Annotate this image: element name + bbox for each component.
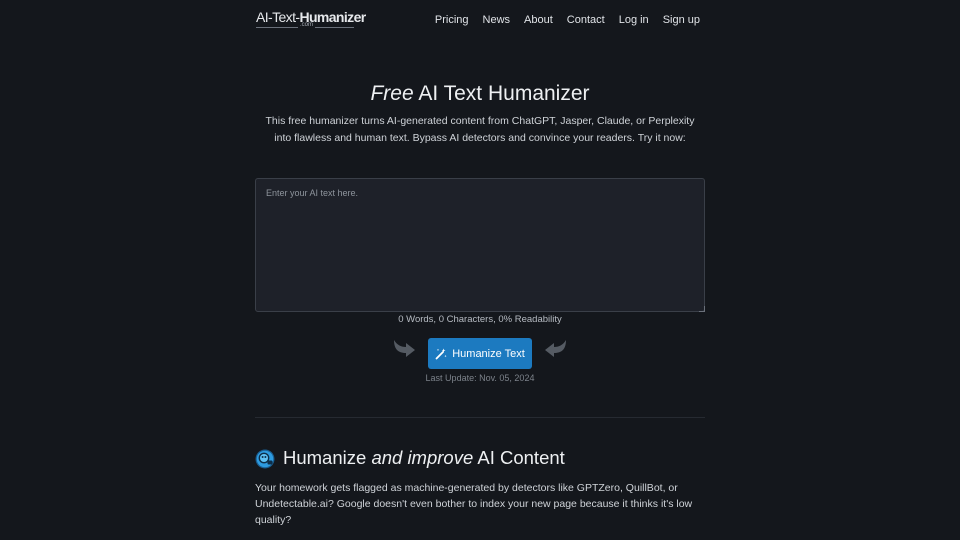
section-title: Humanize and improve AI Content (283, 447, 565, 469)
section-title-a: Humanize (283, 447, 372, 468)
robot-head-icon (255, 449, 275, 469)
nav-news[interactable]: News (483, 14, 511, 26)
title-rest: AI Text Humanizer (413, 82, 590, 105)
curved-arrow-left-icon (545, 340, 566, 357)
resize-handle[interactable] (699, 306, 705, 312)
section-body: Your homework gets flagged as machine-ge… (255, 482, 693, 526)
last-update: Last Update: Nov. 05, 2024 (425, 373, 535, 383)
logo-sub: .com (298, 22, 316, 28)
magic-wand-icon (435, 348, 447, 359)
nav-contact[interactable]: Contact (567, 14, 605, 26)
logo-part1: AI-Text- (256, 9, 300, 25)
nav-sign-up[interactable]: Sign up (663, 14, 700, 26)
humanize-button-label: Humanize Text (452, 347, 525, 360)
section-divider (255, 417, 705, 418)
title-emphasis: Free (370, 82, 414, 105)
curved-arrow-right-icon (394, 340, 415, 357)
ai-text-input[interactable] (255, 178, 705, 312)
nav-log-in[interactable]: Log in (619, 14, 649, 26)
main-nav: Pricing News About Contact Log in Sign u… (435, 14, 700, 26)
humanize-button[interactable]: Humanize Text (428, 338, 532, 369)
logo[interactable]: AI-Text-Humanizer .com (256, 9, 366, 31)
nav-pricing[interactable]: Pricing (435, 14, 469, 26)
hero-description: This free humanizer turns AI-generated c… (265, 115, 695, 144)
page: AI-Text-Humanizer .com Pricing News Abou… (0, 0, 960, 540)
section-title-b: AI Content (473, 447, 565, 468)
section-title-emphasis: and improve (371, 447, 474, 468)
page-title: Free AI Text Humanizer (0, 82, 960, 106)
nav-about[interactable]: About (524, 14, 553, 26)
text-stats: 0 Words, 0 Characters, 0% Readability (398, 314, 562, 325)
